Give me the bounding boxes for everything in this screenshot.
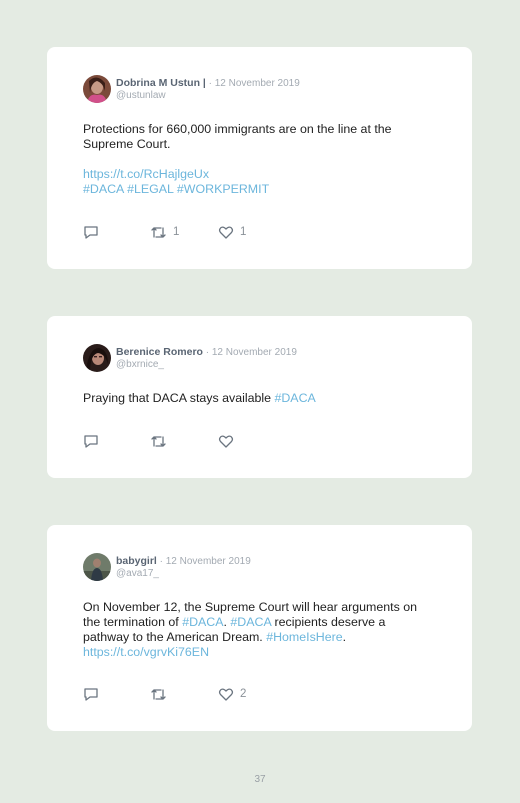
hashtag[interactable]: #DACA bbox=[230, 615, 271, 629]
tweet-card: Berenice Romero · 12 November 2019 @bxrn… bbox=[47, 316, 472, 478]
reply-button[interactable] bbox=[83, 224, 99, 240]
like-count: 2 bbox=[240, 688, 247, 700]
tweet-card: babygirl · 12 November 2019 @ava17_ On N… bbox=[47, 525, 472, 731]
reply-icon bbox=[84, 687, 98, 701]
like-count: 1 bbox=[240, 226, 247, 238]
hashtag[interactable]: #HomeIsHere bbox=[266, 630, 342, 644]
author-handle[interactable]: @ava17_ bbox=[116, 568, 159, 579]
author-name[interactable]: babygirl · 12 November 2019 bbox=[116, 555, 251, 567]
avatar[interactable] bbox=[83, 344, 111, 372]
tweet-body: Protections for 660,000 immigrants are o… bbox=[83, 122, 392, 151]
tweet-actions bbox=[83, 433, 383, 449]
like-icon bbox=[218, 687, 234, 701]
like-icon bbox=[218, 225, 234, 239]
tweet-body: . bbox=[342, 630, 347, 644]
author-handle[interactable]: @bxrnice_ bbox=[116, 359, 164, 370]
tweet-card: Dobrina M Ustun | · 12 November 2019 @us… bbox=[47, 47, 472, 269]
retweet-count: 1 bbox=[173, 226, 180, 238]
reply-icon bbox=[84, 434, 98, 448]
tweet-link[interactable]: https://t.co/vgrvKi76EN bbox=[83, 645, 434, 660]
tweet-actions: 1 1 bbox=[83, 224, 383, 240]
retweet-icon bbox=[151, 688, 166, 700]
hashtag[interactable]: #DACA bbox=[274, 391, 315, 405]
author-handle[interactable]: @ustunlaw bbox=[116, 90, 166, 101]
retweet-button[interactable]: 1 bbox=[150, 224, 179, 240]
like-button[interactable]: 2 bbox=[218, 686, 246, 702]
hashtag[interactable]: #DACA bbox=[182, 615, 223, 629]
tweet-date: 12 November 2019 bbox=[214, 78, 300, 89]
reply-button[interactable] bbox=[83, 433, 99, 449]
author-name[interactable]: Dobrina M Ustun | · 12 November 2019 bbox=[116, 77, 300, 89]
like-button[interactable] bbox=[218, 433, 234, 449]
tweet-date: 12 November 2019 bbox=[211, 347, 297, 358]
page-number: 37 bbox=[254, 774, 266, 785]
retweet-icon bbox=[151, 226, 166, 238]
tweet-body: Praying that DACA stays available bbox=[83, 391, 275, 405]
tweet-text: On November 12, the Supreme Court will h… bbox=[83, 600, 434, 660]
retweet-button[interactable] bbox=[150, 686, 167, 702]
reply-icon bbox=[84, 225, 98, 239]
tweet-hashtags[interactable]: #DACA #LEGAL #WORKPERMIT bbox=[83, 182, 434, 197]
avatar[interactable] bbox=[83, 553, 111, 581]
reply-button[interactable] bbox=[83, 686, 99, 702]
tweet-text: Praying that DACA stays available #DACA bbox=[83, 391, 434, 406]
like-button[interactable]: 1 bbox=[218, 224, 246, 240]
author-name[interactable]: Berenice Romero · 12 November 2019 bbox=[116, 346, 297, 358]
tweet-actions: 2 bbox=[83, 686, 383, 702]
tweet-text: Protections for 660,000 immigrants are o… bbox=[83, 122, 434, 197]
retweet-icon bbox=[151, 435, 166, 447]
retweet-button[interactable] bbox=[150, 433, 167, 449]
like-icon bbox=[218, 434, 234, 448]
avatar[interactable] bbox=[83, 75, 111, 103]
tweet-link[interactable]: https://t.co/RcHajlgeUx bbox=[83, 167, 434, 182]
tweet-date: 12 November 2019 bbox=[165, 556, 251, 567]
